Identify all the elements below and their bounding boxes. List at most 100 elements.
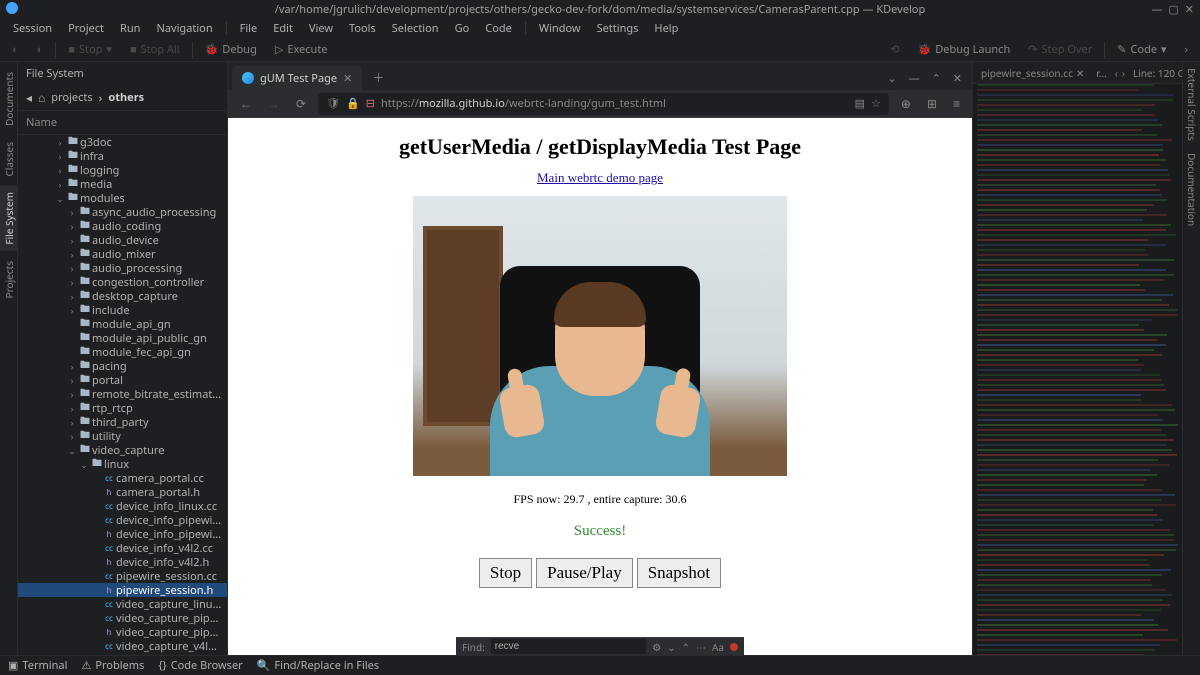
tree-item-video-capture-pipewire-h[interactable]: hvideo_capture_pipewire.h [18,625,227,639]
menu-code[interactable]: Code [478,19,519,38]
menu-selection[interactable]: Selection [385,19,446,38]
reader-icon[interactable]: ▤ [855,96,865,111]
nav-reload-icon[interactable]: ⟳ [292,91,310,116]
tree-item-pipewire-session-cc[interactable]: ccpipewire_session.cc [18,569,227,583]
file-tree[interactable]: ›🖿g3doc›🖿infra›🖿logging›🖿media⌄🖿modules›… [18,135,227,655]
tree-item-module-api-gn[interactable]: 🖿module_api_gn [18,317,227,331]
tree-item-g3doc[interactable]: ›🖿g3doc [18,135,227,149]
sidebar-tab-projects[interactable]: Projects [0,255,18,304]
back-icon[interactable]: ◂ [26,89,32,106]
code-menu[interactable]: ✎ Code ▾ [1111,40,1172,59]
url-bar[interactable]: 🛡 🔒 ⊟ https://mozilla.github.io/webrtc-l… [318,93,889,115]
tree-item-modules[interactable]: ⌄🖿modules [18,191,227,205]
menu-project[interactable]: Project [61,19,111,38]
toolbar-left-2[interactable]: ◐ [31,40,50,59]
breadcrumb-projects[interactable]: projects [51,90,92,105]
shield-icon[interactable]: 🛡 [326,96,340,111]
doctab-next-icon[interactable]: › [1122,66,1125,80]
menu-navigation[interactable]: Navigation [149,19,219,38]
debug-button[interactable]: 🐞 Debug [199,40,263,59]
nav-back-icon[interactable]: ← [236,91,256,116]
permission-icon[interactable]: ⊟ [366,96,375,111]
tree-item-logging[interactable]: ›🖿logging [18,163,227,177]
pocket-icon[interactable]: ⊕ [897,91,915,116]
lock-icon[interactable]: 🔒 [346,96,360,111]
doc-tab-1[interactable]: pipewire_session.cc ✕ [977,64,1088,82]
pause-play-button[interactable]: Pause/Play [536,558,633,588]
nav-forward-icon[interactable]: → [264,91,284,116]
tree-item-device-info-linux-cc[interactable]: ccdevice_info_linux.cc [18,499,227,513]
tree-item-device-info-pipewire-cc[interactable]: ccdevice_info_pipewire.cc [18,513,227,527]
find-case-icon[interactable]: Aa [712,640,724,654]
execute-button[interactable]: ▷ Execute [269,40,334,59]
stop-button[interactable]: ■ Stop ▾ [62,40,118,59]
breadcrumb-others[interactable]: others [108,90,144,105]
sidebar-tab-documents[interactable]: Documents [0,66,18,132]
find-up-icon[interactable]: ⌃ [682,640,690,654]
tree-item-audio-device[interactable]: ›🖿audio_device [18,233,227,247]
tree-item-include[interactable]: ›🖿include [18,303,227,317]
bookmark-icon[interactable]: ☆ [871,96,881,111]
menu-session[interactable]: Session [6,19,59,38]
tree-item-audio-mixer[interactable]: ›🖿audio_mixer [18,247,227,261]
step-back-button[interactable]: ⟲ [884,40,905,59]
tree-item-video-capture-linux-cc[interactable]: ccvideo_capture_linux.cc [18,597,227,611]
stop-all-button[interactable]: ■ Stop All [124,40,186,59]
terminal-tab[interactable]: ▣ Terminal [8,658,67,673]
tree-item-desktop-capture[interactable]: ›🖿desktop_capture [18,289,227,303]
menu-window[interactable]: Window [532,19,588,38]
tree-item-video-capture-pipewire-cc[interactable]: ccvideo_capture_pipewire.cc [18,611,227,625]
new-tab-button[interactable]: ＋ [368,65,388,90]
window-close-icon[interactable]: ✕ [1185,2,1194,17]
tree-item-pacing[interactable]: ›🖿pacing [18,359,227,373]
tree-item-device-info-v4l2-h[interactable]: hdevice_info_v4l2.h [18,555,227,569]
menu-view[interactable]: View [302,19,340,38]
menu-help[interactable]: Help [647,19,685,38]
sidebar-tab-external-scripts[interactable]: External Scripts [1183,62,1200,147]
problems-tab[interactable]: ⚠ Problems [81,658,144,673]
doctab-prev-icon[interactable]: ‹ [1115,66,1118,80]
sidebar-tab-documentation[interactable]: Documentation [1183,147,1200,232]
doc-tab-2[interactable]: r… [1092,64,1110,82]
tree-item-pipewire-session-h[interactable]: hpipewire_session.h [18,583,227,597]
tree-item-linux[interactable]: ⌄🖿linux [18,457,227,471]
tree-item-utility[interactable]: ›🖿utility [18,429,227,443]
toolbar-right-arrow[interactable]: › [1179,40,1194,59]
menu-run[interactable]: Run [113,19,147,38]
tree-item-infra[interactable]: ›🖿infra [18,149,227,163]
tree-item-module-api-public-gn[interactable]: 🖿module_api_public_gn [18,331,227,345]
tab-x-icon[interactable]: ✕ [947,67,968,90]
extensions-icon[interactable]: ⊞ [923,91,941,116]
tab-min-icon[interactable]: — [903,67,926,90]
window-minimize-icon[interactable]: — [1151,2,1162,17]
sidebar-tab-classes[interactable]: Classes [0,136,18,183]
tree-item-audio-processing[interactable]: ›🖿audio_processing [18,261,227,275]
code-browser-tab[interactable]: {} Code Browser [158,658,242,673]
menu-go[interactable]: Go [448,19,477,38]
tree-item-async-audio-processing[interactable]: ›🖿async_audio_processing [18,205,227,219]
snapshot-button[interactable]: Snapshot [637,558,721,588]
find-input[interactable] [491,639,646,654]
tree-item-camera-portal-cc[interactable]: cccamera_portal.cc [18,471,227,485]
debug-launch-button[interactable]: 🐞 Debug Launch [912,40,1017,59]
tree-item-device-info-pipewire-h[interactable]: hdevice_info_pipewire.h [18,527,227,541]
toolbar-left-1[interactable]: ◐ [6,40,25,59]
tree-item-portal[interactable]: ›🖿portal [18,373,227,387]
tab-up-icon[interactable]: ⌃ [926,67,947,90]
tree-item-video-capture-v4l2-cc[interactable]: ccvideo_capture_v4l2.cc [18,639,227,653]
browser-tab[interactable]: gUM Test Page ✕ [232,66,362,90]
tab-list-icon[interactable]: ⌄ [881,67,902,90]
stop-video-button[interactable]: Stop [479,558,532,588]
minimap[interactable] [973,84,1182,655]
find-replace-tab[interactable]: 🔍 Find/Replace in Files [257,658,379,673]
tree-item-congestion-controller[interactable]: ›🖿congestion_controller [18,275,227,289]
tree-item-audio-coding[interactable]: ›🖿audio_coding [18,219,227,233]
menu-icon[interactable]: ≡ [949,91,964,116]
menu-edit[interactable]: Edit [266,19,300,38]
tree-item-remote-bitrate-estimator[interactable]: ›🖿remote_bitrate_estimator [18,387,227,401]
main-demo-link[interactable]: Main webrtc demo page [537,170,663,185]
home-icon[interactable]: ⌂ [38,89,45,106]
tree-item-video-capture-v4l2-h[interactable]: hvideo_capture_v4l2.h [18,653,227,655]
tree-item-rtp-rtcp[interactable]: ›🖿rtp_rtcp [18,401,227,415]
tree-item-camera-portal-h[interactable]: hcamera_portal.h [18,485,227,499]
